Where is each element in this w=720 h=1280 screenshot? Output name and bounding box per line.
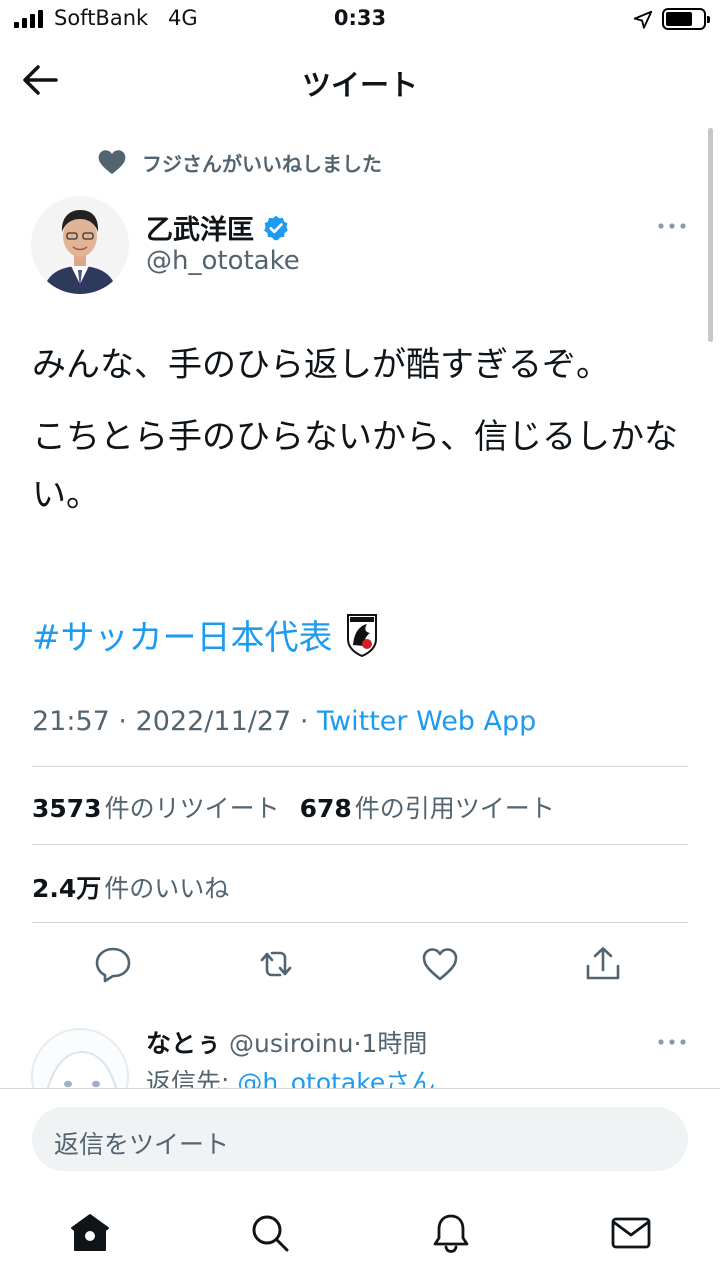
reply-author-handle[interactable]: @usiroinu xyxy=(229,1029,353,1058)
envelope-icon[interactable] xyxy=(610,1212,652,1254)
likes-stats: 2.4万 件のいいね xyxy=(32,869,229,905)
reply-header: なとぅ @usiroinu · 1時間 xyxy=(146,1024,427,1060)
quotes-count: 678 xyxy=(299,794,352,823)
retweets-label: 件のリツイート xyxy=(104,794,280,823)
retweets-count: 3573 xyxy=(32,794,102,823)
heart-icon[interactable] xyxy=(420,944,460,984)
tweet-time: 21:57 xyxy=(32,706,110,737)
hashtag-link[interactable]: #サッカー日本代表 xyxy=(32,610,333,659)
retweet-icon[interactable] xyxy=(256,944,296,984)
reply-compose-input[interactable]: 返信をツイート xyxy=(32,1107,688,1171)
scrollbar[interactable] xyxy=(708,128,713,342)
hashtag-row: #サッカー日本代表 xyxy=(32,606,379,662)
tweet-paragraph: こちとら手のひらないから、信じるしかない。 xyxy=(32,417,678,515)
status-bar: SoftBank 4G 0:33 xyxy=(0,0,720,40)
location-arrow-icon xyxy=(633,10,653,29)
meta-separator: · xyxy=(299,706,309,737)
author-avatar[interactable] xyxy=(31,196,129,294)
more-dots-icon[interactable] xyxy=(656,214,688,238)
status-clock: 0:33 xyxy=(333,6,387,30)
divider xyxy=(32,766,688,767)
social-context[interactable]: フジさんがいいねしました xyxy=(96,145,382,179)
nav-header: ツイート xyxy=(0,50,720,112)
share-icon[interactable] xyxy=(583,944,623,984)
bottom-tab-bar xyxy=(0,1188,720,1280)
divider xyxy=(32,922,688,923)
reply-icon[interactable] xyxy=(93,944,133,984)
heart-filled-icon xyxy=(98,150,126,174)
reply-author-name[interactable]: なとぅ xyxy=(146,1024,221,1060)
battery-icon xyxy=(662,8,710,30)
bell-icon[interactable] xyxy=(430,1212,472,1254)
retweets-stat[interactable]: 3573 件のリツイート xyxy=(32,789,280,825)
divider xyxy=(32,844,688,845)
tweet-actions xyxy=(0,940,720,990)
likes-stat[interactable]: 2.4万 件のいいね xyxy=(32,869,229,905)
tweet-paragraph: みんな、手のひら返しが酷すぎるぞ。 xyxy=(32,345,610,385)
quotes-stat[interactable]: 678 件の引用ツイート xyxy=(300,789,555,825)
more-dots-icon[interactable] xyxy=(656,1030,688,1054)
tweet-text: みんな、手のひら返しが酷すぎるぞ。 こちとら手のひらないから、信じるしかない。 xyxy=(32,336,692,538)
tweet-source-link[interactable]: Twitter Web App xyxy=(317,706,536,737)
author-handle[interactable]: @h_ototake xyxy=(146,246,300,276)
verified-badge-icon xyxy=(264,215,288,240)
tweet-meta: 21:57 · 2022/11/27 · Twitter Web App xyxy=(32,706,536,737)
search-icon[interactable] xyxy=(249,1212,291,1254)
likes-count: 2.4万 xyxy=(32,874,102,903)
avatar-image xyxy=(31,196,129,294)
home-icon[interactable] xyxy=(69,1212,111,1254)
reply-time: 1時間 xyxy=(361,1029,428,1058)
quotes-label: 件の引用ツイート xyxy=(354,794,555,823)
likes-label: 件のいいね xyxy=(104,874,230,903)
author-name: 乙武洋匡 xyxy=(146,215,254,246)
author-name-row[interactable]: 乙武洋匡 xyxy=(146,208,290,247)
reply-compose-bar: 返信をツイート xyxy=(0,1088,720,1188)
japan-national-team-emblem-icon xyxy=(346,614,377,657)
engagement-stats: 3573 件のリツイート 678 件の引用ツイート xyxy=(32,789,555,825)
social-context-label: フジさんがいいねしました xyxy=(142,151,382,176)
meta-separator: · xyxy=(118,706,127,737)
page-title: ツイート xyxy=(301,68,418,102)
meta-separator: · xyxy=(353,1029,362,1058)
tweet-date: 2022/11/27 xyxy=(135,706,292,737)
